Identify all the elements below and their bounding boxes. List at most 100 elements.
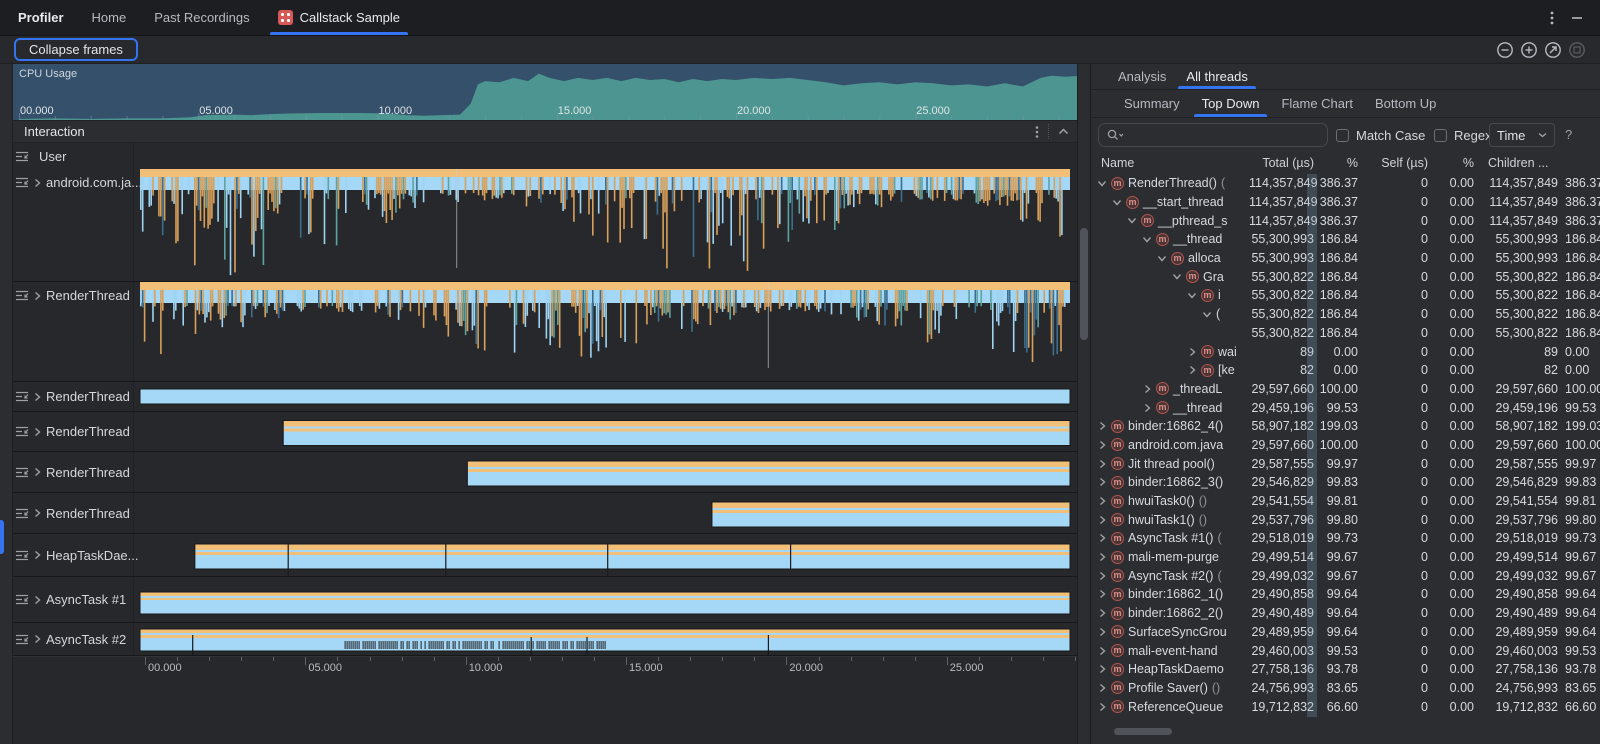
thread-track[interactable] — [133, 577, 1077, 622]
match-case-label[interactable]: Match Case — [1356, 128, 1425, 143]
expand-thread-icon[interactable] — [34, 634, 41, 644]
expand-node-icon[interactable] — [1097, 477, 1107, 487]
regex-checkbox[interactable] — [1434, 129, 1447, 142]
table-row[interactable]: mHeapTaskDaemo27,758,13693.7800.0027,758… — [1091, 660, 1600, 679]
table-row[interactable]: mAsyncTask #2()(29,499,03299.6700.0029,4… — [1091, 566, 1600, 585]
thread-track[interactable] — [133, 493, 1077, 533]
zoom-in-icon[interactable] — [1520, 41, 1538, 59]
thread-track[interactable] — [133, 412, 1077, 451]
expand-node-icon[interactable] — [1097, 496, 1107, 506]
collapse-node-icon[interactable] — [1112, 199, 1122, 206]
search-input[interactable] — [1098, 123, 1328, 147]
thread-row[interactable]: HeapTaskDae... — [13, 534, 1077, 577]
collapse-node-icon[interactable] — [1097, 180, 1107, 187]
thread-track[interactable] — [133, 534, 1077, 576]
expand-node-icon[interactable] — [1097, 646, 1107, 656]
expand-thread-icon[interactable] — [34, 291, 41, 301]
expand-node-icon[interactable] — [1097, 440, 1107, 450]
collapse-node-icon[interactable] — [1202, 311, 1212, 318]
column-header[interactable]: % — [1433, 156, 1479, 170]
thread-row[interactable]: RenderThread — [13, 452, 1077, 493]
minimize-icon[interactable] — [1570, 11, 1584, 25]
table-row[interactable]: mAsyncTask #1()(29,518,01999.7300.0029,5… — [1091, 529, 1600, 548]
table-row[interactable]: mhwuiTask0()()29,541,55499.8100.0029,541… — [1091, 492, 1600, 511]
thread-track[interactable] — [133, 382, 1077, 411]
analysis-tab-analysis[interactable]: Analysis — [1108, 64, 1176, 89]
table-row[interactable]: mmali-mem-purge29,499,51499.6700.0029,49… — [1091, 548, 1600, 567]
table-row[interactable]: m__pthread_s114,357,849386.3700.00114,35… — [1091, 211, 1600, 230]
subtab-summary[interactable]: Summary — [1113, 90, 1191, 117]
window-tab-past-recordings[interactable]: Past Recordings — [140, 0, 263, 35]
table-row[interactable]: mmali-event-hand29,460,00399.5300.0029,4… — [1091, 641, 1600, 660]
cpu-usage-chart[interactable]: CPU Usage 00.00005.00010.00015.00020.000… — [13, 64, 1077, 120]
table-row[interactable]: 55,300,822186.8400.0055,300,822186.84 — [1091, 324, 1600, 343]
help-icon[interactable]: ? — [1565, 127, 1572, 142]
time-dropdown[interactable]: Time — [1489, 123, 1555, 147]
table-row[interactable]: m[ke820.0000.00820.00 — [1091, 361, 1600, 380]
table-row[interactable]: m_threadL29,597,660100.0000.0029,597,660… — [1091, 380, 1600, 399]
interaction-section-header[interactable]: Interaction — [13, 120, 1077, 143]
table-row[interactable]: mReferenceQueue19,712,83266.6000.0019,71… — [1091, 697, 1600, 716]
expand-thread-icon[interactable] — [34, 595, 41, 605]
table-row[interactable]: mbinder:16862_4()58,907,182199.0300.0058… — [1091, 417, 1600, 436]
expand-node-icon[interactable] — [1097, 664, 1107, 674]
kebab-menu-icon[interactable] — [1035, 125, 1039, 139]
collapse-section-icon[interactable] — [1058, 128, 1069, 135]
expand-thread-icon[interactable] — [34, 467, 41, 477]
expand-node-icon[interactable] — [1097, 627, 1107, 637]
expand-thread-icon[interactable] — [34, 392, 41, 402]
collapse-node-icon[interactable] — [1142, 236, 1152, 243]
column-header[interactable]: Total (µs) — [1249, 156, 1319, 170]
table-row[interactable]: mProfile Saver()()24,756,99383.6500.0024… — [1091, 679, 1600, 698]
analysis-tab-all-threads[interactable]: All threads — [1176, 64, 1257, 89]
column-header[interactable]: Children ... — [1479, 156, 1563, 170]
thread-row[interactable]: android.com.ja... — [13, 169, 1077, 282]
match-case-checkbox[interactable] — [1336, 129, 1349, 142]
collapse-frames-button[interactable]: Collapse frames — [14, 38, 138, 61]
collapse-node-icon[interactable] — [1157, 255, 1167, 262]
thread-row[interactable]: RenderThread — [13, 382, 1077, 412]
thread-track[interactable] — [133, 623, 1077, 655]
horizontal-scrollbar-thumb[interactable] — [1114, 728, 1172, 735]
column-header[interactable]: Name — [1091, 156, 1249, 170]
column-header[interactable]: Self (µs) — [1363, 156, 1433, 170]
zoom-out-icon[interactable] — [1496, 41, 1514, 59]
expand-node-icon[interactable] — [1187, 365, 1197, 375]
column-header[interactable]: % — [1319, 156, 1363, 170]
table-row[interactable]: mi55,300,822186.8400.0055,300,822186.84 — [1091, 286, 1600, 305]
kebab-menu-icon[interactable] — [1550, 10, 1554, 26]
table-row[interactable]: mwai890.0000.00890.00 — [1091, 342, 1600, 361]
table-row[interactable]: mhwuiTask1()()29,537,79699.8000.0029,537… — [1091, 510, 1600, 529]
collapse-node-icon[interactable] — [1172, 273, 1182, 280]
table-row[interactable]: mSurfaceSyncGrou29,489,95999.6400.0029,4… — [1091, 623, 1600, 642]
regex-label[interactable]: Regex — [1454, 128, 1492, 143]
table-row[interactable]: mRenderThread()(114,357,849386.3700.0011… — [1091, 174, 1600, 193]
expand-thread-icon[interactable] — [34, 508, 41, 518]
thread-row[interactable]: RenderThread — [13, 282, 1077, 382]
column-resize-indicator[interactable] — [1307, 174, 1317, 717]
thread-row[interactable]: RenderThread — [13, 493, 1077, 534]
expand-node-icon[interactable] — [1097, 515, 1107, 525]
expand-node-icon[interactable] — [1097, 702, 1107, 712]
expand-thread-icon[interactable] — [34, 550, 41, 560]
table-row[interactable]: malloca55,300,993186.8400.0055,300,99318… — [1091, 249, 1600, 268]
thread-track[interactable] — [133, 169, 1077, 281]
scrollbar-thumb[interactable] — [1080, 228, 1088, 340]
table-row[interactable]: m__thread29,459,19699.5300.0029,459,1969… — [1091, 398, 1600, 417]
table-row[interactable]: mGra55,300,822186.8400.0055,300,822186.8… — [1091, 267, 1600, 286]
expand-node-icon[interactable] — [1097, 589, 1107, 599]
search-text-field[interactable] — [1128, 128, 1327, 142]
expand-node-icon[interactable] — [1142, 403, 1152, 413]
expand-node-icon[interactable] — [1187, 347, 1197, 357]
expand-thread-icon[interactable] — [34, 178, 41, 188]
table-row[interactable]: (55,300,822186.8400.0055,300,822186.84 — [1091, 305, 1600, 324]
expand-thread-icon[interactable] — [34, 427, 41, 437]
table-row[interactable]: mbinder:16862_1()29,490,85899.6400.0029,… — [1091, 585, 1600, 604]
subtab-flame-chart[interactable]: Flame Chart — [1270, 90, 1364, 117]
expand-node-icon[interactable] — [1097, 533, 1107, 543]
subtab-bottom-up[interactable]: Bottom Up — [1364, 90, 1447, 117]
reset-zoom-icon[interactable] — [1544, 41, 1562, 59]
table-header[interactable]: NameTotal (µs)%Self (µs)%Children ... — [1091, 152, 1600, 174]
frame-selection-icon[interactable] — [1568, 41, 1586, 59]
table-row[interactable]: mbinder:16862_2()29,490,48999.6400.0029,… — [1091, 604, 1600, 623]
